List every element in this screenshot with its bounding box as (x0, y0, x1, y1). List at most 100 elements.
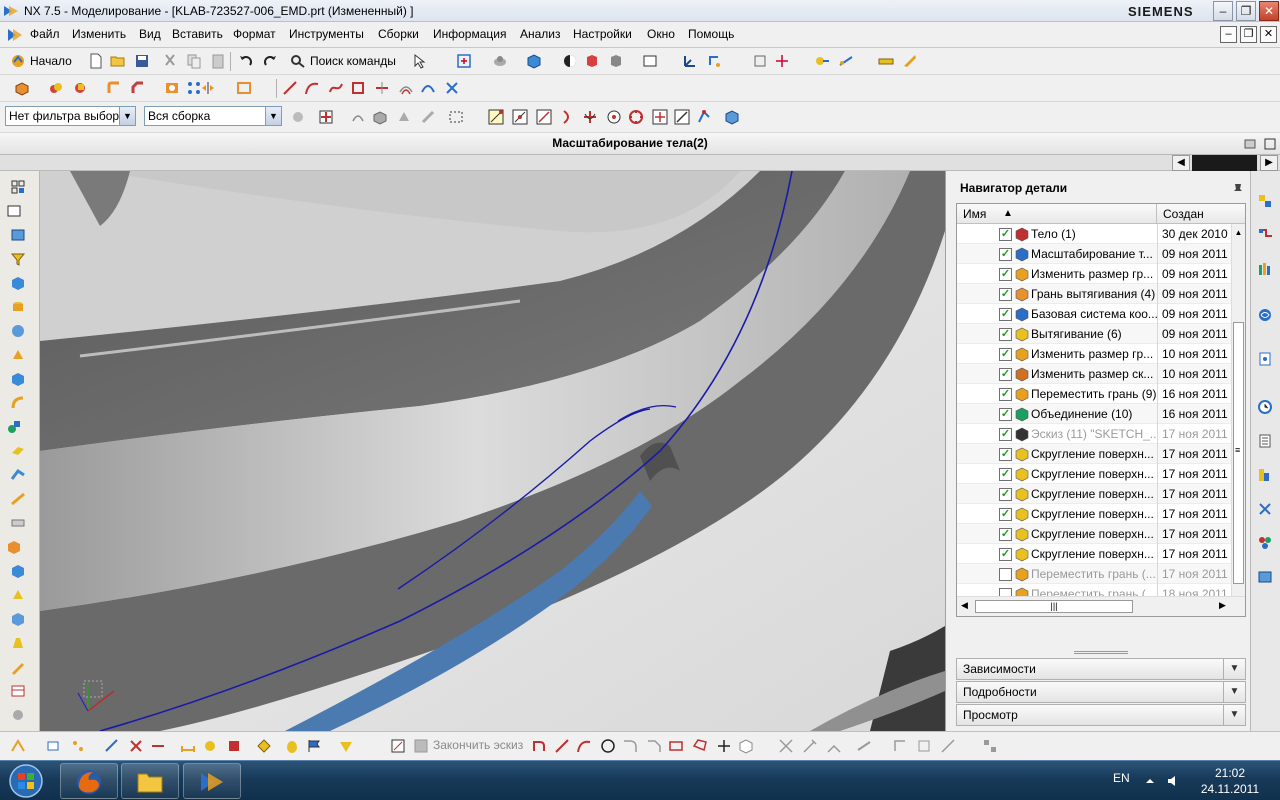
body-select-icon[interactable] (372, 109, 388, 125)
cube-select-icon[interactable] (724, 109, 740, 125)
menu-format[interactable]: Формат (233, 27, 276, 41)
sketch-constraint-icon[interactable] (104, 738, 120, 754)
feature-visibility-checkbox[interactable]: ✓ (999, 368, 1012, 381)
scroll-thumb[interactable]: ||| (975, 600, 1133, 613)
feature-select-icon[interactable] (318, 109, 334, 125)
resource-bar-slider[interactable] (1192, 155, 1257, 171)
menu-preferences[interactable]: Настройки (573, 27, 632, 41)
sketch-rectangle-icon[interactable] (668, 738, 684, 754)
book-icon[interactable] (10, 227, 26, 243)
feature-visibility-checkbox[interactable]: ✓ (999, 248, 1012, 261)
pin-icon[interactable] (1230, 181, 1246, 197)
datum-tool-icon[interactable] (6, 419, 22, 435)
selection-scope-select[interactable]: Вся сборка ▼ (144, 106, 282, 126)
command-finder-button[interactable]: Поиск команды (310, 51, 396, 71)
feature-row[interactable]: ✓ Переместить грань (9) 16 ноя 2011 (957, 384, 1232, 404)
copy-icon[interactable] (186, 53, 202, 69)
undo-icon[interactable] (238, 53, 254, 69)
feature-visibility-checkbox[interactable] (999, 568, 1012, 581)
sketch-auto-dimension-icon[interactable] (202, 738, 218, 754)
taskbar-firefox[interactable] (60, 763, 118, 799)
feature-visibility-checkbox[interactable]: ✓ (999, 328, 1012, 341)
hide-body-icon[interactable] (608, 53, 624, 69)
pin-icon[interactable] (1242, 136, 1258, 152)
dependencies-panel-header[interactable]: Зависимости ▼ (956, 658, 1246, 680)
snap-control-point-icon[interactable] (560, 109, 576, 125)
tree-vertical-scrollbar[interactable]: ▲ ≡ (1231, 224, 1245, 596)
feature-row[interactable]: ✓ Объединение (10) 16 ноя 2011 (957, 404, 1232, 424)
language-indicator[interactable]: EN (1113, 771, 1130, 785)
sketch-corner-icon[interactable] (826, 738, 842, 754)
menu-edit[interactable]: Изменить (72, 27, 126, 41)
table-tool-icon[interactable] (10, 683, 26, 699)
trim-tool-icon[interactable] (10, 491, 26, 507)
profile-icon[interactable] (532, 738, 548, 754)
chevron-down-icon[interactable]: ▼ (1223, 705, 1245, 725)
feature-unite-icon[interactable] (48, 80, 64, 96)
feature-visibility-checkbox[interactable]: ✓ (999, 388, 1012, 401)
close-button[interactable]: ✕ (1259, 1, 1279, 21)
menu-information[interactable]: Информация (433, 27, 506, 41)
rectangle-select-icon[interactable] (448, 109, 464, 125)
background-icon[interactable] (642, 53, 658, 69)
feature-visibility-checkbox[interactable]: ✓ (999, 528, 1012, 541)
chevron-down-icon[interactable]: ▼ (1223, 659, 1245, 679)
feature-visibility-checkbox[interactable]: ✓ (999, 268, 1012, 281)
feature-visibility-checkbox[interactable]: ✓ (999, 508, 1012, 521)
taskbar-explorer[interactable] (121, 763, 179, 799)
menu-tools[interactable]: Инструменты (289, 27, 364, 41)
edge-select-icon[interactable] (420, 109, 436, 125)
sketch-flag-icon[interactable] (306, 738, 322, 754)
line-icon[interactable] (282, 80, 298, 96)
sketch-show-constraint-icon[interactable] (916, 738, 932, 754)
feature-visibility-checkbox[interactable]: ✓ (999, 448, 1012, 461)
section-view-icon[interactable] (584, 53, 600, 69)
feature-row[interactable]: ✓ Грань вытягивания (4) 09 ноя 2011 (957, 284, 1232, 304)
tray-arrow-icon[interactable] (1144, 775, 1156, 787)
sketch-arc-icon[interactable] (576, 738, 592, 754)
web-browser-icon[interactable] (1257, 307, 1273, 323)
sketch-chamfer-icon[interactable] (646, 738, 662, 754)
scroll-left-icon[interactable]: ◀ (1172, 155, 1190, 171)
column-header-name[interactable]: Имя ▲ (957, 204, 1157, 224)
sketch-layer-icon[interactable] (46, 738, 62, 754)
scroll-left-icon[interactable]: ◀ (961, 600, 968, 611)
feature-row[interactable]: ✓ Масштабирование т... 09 ноя 2011 (957, 244, 1232, 264)
sketch-trim-icon[interactable] (778, 738, 794, 754)
feature-row[interactable]: ✓ Скругление поверхн... 17 ноя 2011 (957, 484, 1232, 504)
rectangle-icon[interactable] (6, 203, 22, 219)
surface-tool-icon[interactable] (6, 539, 22, 555)
feature-row[interactable]: ✓ Скругление поверхн... 17 ноя 2011 (957, 544, 1232, 564)
splitter-grip[interactable] (1074, 651, 1128, 654)
feature-row[interactable]: ✓ Базовая система коо... 09 ноя 2011 (957, 304, 1232, 324)
blue-cube-icon[interactable] (10, 275, 26, 291)
doc-minimize-button[interactable]: – (1220, 26, 1237, 43)
snap-intersection-icon[interactable] (582, 109, 598, 125)
reuse-library-icon[interactable] (1257, 261, 1273, 277)
part-navigator-tree[interactable]: Имя ▲ Создан ✓ Тело (1) 30 дек 2010 ✓ Масшта… (956, 203, 1246, 617)
system-clock[interactable]: 21:02 24.11.2011 (1190, 765, 1270, 797)
cylinder-icon[interactable] (10, 299, 26, 315)
details-panel-header[interactable]: Подробности ▼ (956, 681, 1246, 703)
sketch-create-icon[interactable] (390, 738, 406, 754)
feature-row[interactable]: ✓ Изменить размер ск... 10 ноя 2011 (957, 364, 1232, 384)
sketch-alternate-icon[interactable] (940, 738, 956, 754)
model-view[interactable] (40, 171, 945, 731)
feature-row[interactable]: ✓ Изменить размер гр... 09 ноя 2011 (957, 264, 1232, 284)
bridge-curve-icon[interactable] (420, 80, 436, 96)
feature-visibility-checkbox[interactable]: ✓ (999, 308, 1012, 321)
feature-row[interactable]: ✓ Тело (1) 30 дек 2010 (957, 224, 1232, 244)
feature-visibility-checkbox[interactable]: ✓ (999, 228, 1012, 241)
nx-menu-logo-icon[interactable] (6, 26, 24, 44)
finish-sketch-button[interactable]: Закончить эскиз (433, 735, 523, 755)
thicken-tool-icon[interactable] (10, 563, 26, 579)
feature-visibility-checkbox[interactable]: ✓ (999, 288, 1012, 301)
sketch-pattern-icon[interactable] (70, 738, 86, 754)
feature-row[interactable]: ✓ Скругление поверхн... 17 ноя 2011 (957, 464, 1232, 484)
sketch-dimension-icon[interactable] (180, 738, 196, 754)
feature-row[interactable]: ✓ Скругление поверхн... 17 ноя 2011 (957, 524, 1232, 544)
snap-existing-point-icon[interactable] (652, 109, 668, 125)
sphere-icon[interactable] (10, 323, 26, 339)
start-orb-icon[interactable] (6, 763, 46, 799)
feature-visibility-checkbox[interactable]: ✓ (999, 348, 1012, 361)
